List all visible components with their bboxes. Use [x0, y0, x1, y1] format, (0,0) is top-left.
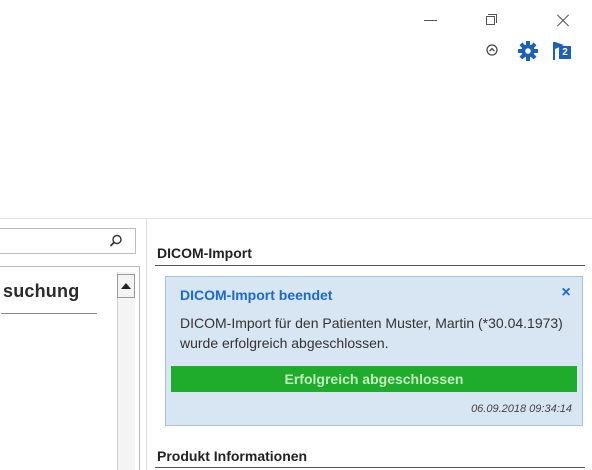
- close-window-button[interactable]: [548, 8, 578, 32]
- minimize-button[interactable]: [415, 8, 445, 32]
- status-progress-bar: Erfolgreich abgeschlossen: [171, 366, 577, 392]
- search-icon[interactable]: [108, 233, 124, 249]
- close-notification-button[interactable]: ×: [558, 284, 574, 302]
- notification-timestamp: 06.09.2018 09:34:14: [471, 403, 572, 415]
- gear-icon[interactable]: [517, 40, 539, 62]
- content-divider: [0, 218, 592, 219]
- heading-underline: [1, 313, 97, 314]
- notification-message: DICOM-Import für den Patienten Muster, M…: [180, 315, 563, 351]
- vertical-scrollbar[interactable]: [117, 272, 135, 470]
- notification-count-badge: 2: [559, 46, 571, 59]
- search-input[interactable]: [0, 228, 136, 254]
- panel-heading: suchung: [3, 281, 80, 301]
- section-rule-2: [155, 467, 585, 468]
- notification-title: DICOM-Import beendet: [180, 287, 333, 303]
- section-rule: [155, 265, 585, 266]
- product-info-section-title: Produkt Informationen: [157, 448, 308, 464]
- collapse-up-icon[interactable]: [485, 43, 499, 57]
- restore-button[interactable]: [476, 8, 506, 32]
- title-bar: 2: [0, 0, 592, 72]
- pane-separator: [146, 219, 147, 470]
- import-notification: DICOM-Import beendet × DICOM-Import für …: [165, 276, 583, 426]
- scroll-up-button[interactable]: [117, 274, 135, 298]
- dicom-import-section-title: DICOM-Import: [157, 245, 252, 261]
- application-window: 2 suchung DICOM-Import DICOM-Import been…: [0, 0, 592, 470]
- restore-icon-back: [488, 14, 497, 23]
